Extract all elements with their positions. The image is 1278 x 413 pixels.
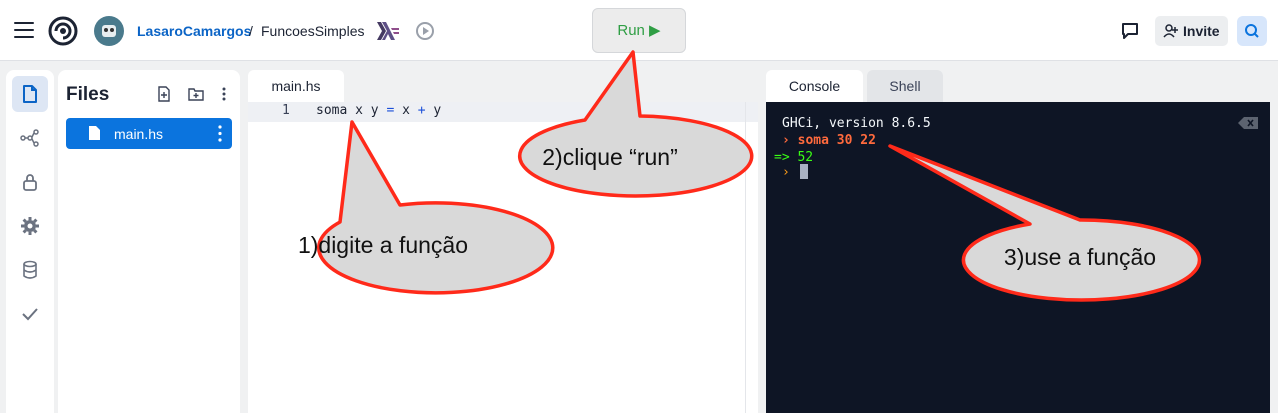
share-icon[interactable] [12,120,48,156]
search-icon [1245,24,1259,38]
add-user-icon [1163,24,1178,38]
file-icon [89,126,100,140]
code-token: y [425,103,442,118]
editor-scroll-divider [745,102,746,413]
code-line[interactable]: soma x y = x + y [316,103,441,118]
code-token: x [394,103,418,118]
search-button[interactable] [1237,16,1267,46]
console-input-line: › soma 30 22 [782,133,876,148]
invite-button[interactable]: Invite [1155,16,1228,46]
files-panel: Files main.hs [58,70,240,413]
callout-text-2: 2)clique “run” [542,144,678,170]
check-icon[interactable] [12,296,48,332]
database-icon[interactable] [12,252,48,288]
console-cursor [800,164,808,179]
breadcrumb-separator: / [249,23,253,39]
invite-label: Invite [1183,23,1220,39]
tab-console[interactable]: Console [766,70,863,102]
run-button[interactable]: Run ▶ [592,8,686,53]
top-bar: LasaroCamargos / FuncoesSimples Run ▶ In… [0,0,1278,61]
avatar[interactable] [94,16,124,46]
haskell-language-icon [377,22,399,40]
tab-shell[interactable]: Shell [867,70,943,102]
lock-icon[interactable] [12,164,48,200]
new-file-icon[interactable] [156,86,172,102]
chat-icon[interactable] [1120,21,1140,41]
console-result-line: => 52 [774,150,814,165]
new-folder-icon[interactable] [188,86,204,102]
menu-icon[interactable] [14,22,34,43]
console-prompt: › [782,165,790,180]
breadcrumb-project[interactable]: FuncoesSimples [261,23,365,39]
files-title: Files [66,84,110,105]
callout-text-1: 1)digite a função [297,232,469,258]
console-line: GHCi, version 8.6.5 [782,116,931,131]
callout-text-3: 3)use a função [1003,244,1157,270]
code-token: soma x y [316,103,387,118]
file-menu-icon[interactable] [218,125,222,142]
history-icon[interactable] [414,20,436,42]
file-item-main-hs[interactable]: main.hs [66,118,232,149]
code-operator: + [417,103,426,118]
breadcrumb-user-link[interactable]: LasaroCamargos [137,23,251,39]
replit-logo-icon[interactable] [48,16,78,46]
files-icon[interactable] [12,76,48,112]
settings-icon[interactable] [12,208,48,244]
clear-console-icon[interactable] [1238,117,1258,129]
left-rail [6,70,54,413]
line-number: 1 [282,103,290,118]
console-pane: Console Shell GHCi, version 8.6.5 › soma… [766,70,1270,413]
file-name: main.hs [114,126,164,142]
tab-main-hs[interactable]: main.hs [248,70,344,102]
more-options-icon[interactable] [216,86,232,102]
